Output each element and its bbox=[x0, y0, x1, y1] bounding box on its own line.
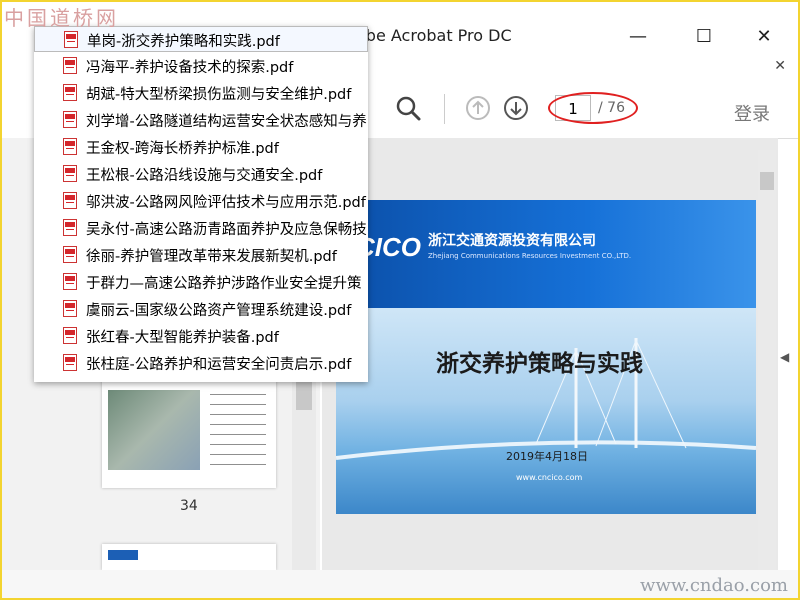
thumbnail-text-lines bbox=[210, 388, 266, 472]
pdf-icon bbox=[64, 31, 78, 48]
thumbnail-logo-bar bbox=[108, 550, 138, 560]
document-scrollbar[interactable] bbox=[758, 150, 776, 570]
document-url: www.cncico.com bbox=[516, 473, 583, 482]
thumbnail-image bbox=[108, 390, 200, 470]
pdf-icon bbox=[63, 84, 77, 101]
previous-page-icon[interactable] bbox=[464, 94, 492, 122]
file-item[interactable]: 张柱庭-公路养护和运营安全问责启示.pdf bbox=[34, 350, 368, 376]
pdf-icon bbox=[63, 138, 77, 155]
file-item[interactable]: 于群力—高速公路养护涉路作业安全提升策 bbox=[34, 269, 368, 295]
file-item[interactable]: 虞丽云-国家级公路资产管理系统建设.pdf bbox=[34, 296, 368, 322]
document-title: 浙交养护策略与实践 bbox=[436, 351, 643, 377]
file-item[interactable]: 胡斌-特大型桥梁损伤监测与安全维护.pdf bbox=[34, 80, 368, 106]
file-item[interactable]: 吴永付-高速公路沥青路面养护及应急保畅技 bbox=[34, 215, 368, 241]
pdf-icon bbox=[63, 327, 77, 344]
pdf-icon bbox=[63, 165, 77, 182]
company-name: 浙江交通资源投资有限公司 bbox=[428, 233, 596, 249]
document-page: CICO 浙江交通资源投资有限公司 Zhejiang Communication… bbox=[336, 200, 756, 514]
pdf-icon bbox=[63, 219, 77, 236]
page-thumbnail-next[interactable] bbox=[102, 544, 276, 570]
maximize-button[interactable]: ☐ bbox=[684, 22, 724, 52]
document-date: 2019年4月18日 bbox=[506, 450, 588, 463]
pdf-icon bbox=[63, 57, 77, 74]
file-item[interactable]: 张红春-大型智能养护装备.pdf bbox=[34, 323, 368, 349]
document-scroll-thumb[interactable] bbox=[760, 172, 774, 190]
watermark-bottom-right: www.cndao.com bbox=[640, 575, 788, 596]
login-link[interactable]: 登录 bbox=[734, 100, 770, 126]
right-pane-toggle-icon[interactable]: ◀ bbox=[780, 350, 789, 364]
file-dropdown-list: 单岗-浙交养护策略和实践.pdf 冯海平-养护设备技术的探索.pdf 胡斌-特大… bbox=[34, 26, 368, 382]
pdf-icon bbox=[63, 246, 77, 263]
thumbnail-page-number: 34 bbox=[180, 498, 198, 514]
close-button[interactable]: ✕ bbox=[744, 22, 784, 52]
file-item[interactable]: 邬洪波-公路网风险评估技术与应用示范.pdf bbox=[34, 188, 368, 214]
red-annotation-ellipse bbox=[548, 92, 638, 124]
window-title: obe Acrobat Pro DC bbox=[356, 26, 512, 45]
file-item[interactable]: 徐丽-养护管理改革带来发展新契机.pdf bbox=[34, 242, 368, 268]
pdf-icon bbox=[63, 111, 77, 128]
tab-close-icon[interactable]: ✕ bbox=[774, 58, 786, 74]
pdf-icon bbox=[63, 300, 77, 317]
search-icon[interactable] bbox=[394, 94, 422, 122]
bridge-background bbox=[336, 308, 756, 514]
file-item[interactable]: 王松根-公路沿线设施与交通安全.pdf bbox=[34, 161, 368, 187]
thumbnail-scroll-thumb[interactable] bbox=[296, 378, 312, 410]
bridge-illustration bbox=[336, 338, 756, 460]
pdf-icon bbox=[63, 273, 77, 290]
page-thumbnail[interactable] bbox=[102, 376, 276, 488]
pdf-icon bbox=[63, 354, 77, 371]
file-item[interactable]: 刘学增-公路隧道结构运营安全状态感知与养 bbox=[34, 107, 368, 133]
minimize-button[interactable]: — bbox=[618, 22, 658, 52]
toolbar-separator bbox=[444, 94, 445, 124]
watermark-top-left: 中国道桥网 bbox=[4, 6, 119, 30]
next-page-icon[interactable] bbox=[502, 94, 530, 122]
document-header-band: CICO 浙江交通资源投资有限公司 Zhejiang Communication… bbox=[336, 200, 756, 308]
file-item[interactable]: 王金权-跨海长桥养护标准.pdf bbox=[34, 134, 368, 160]
company-name-en: Zhejiang Communications Resources Invest… bbox=[428, 252, 632, 260]
file-item[interactable]: 冯海平-养护设备技术的探索.pdf bbox=[34, 53, 368, 79]
pdf-icon bbox=[63, 192, 77, 209]
